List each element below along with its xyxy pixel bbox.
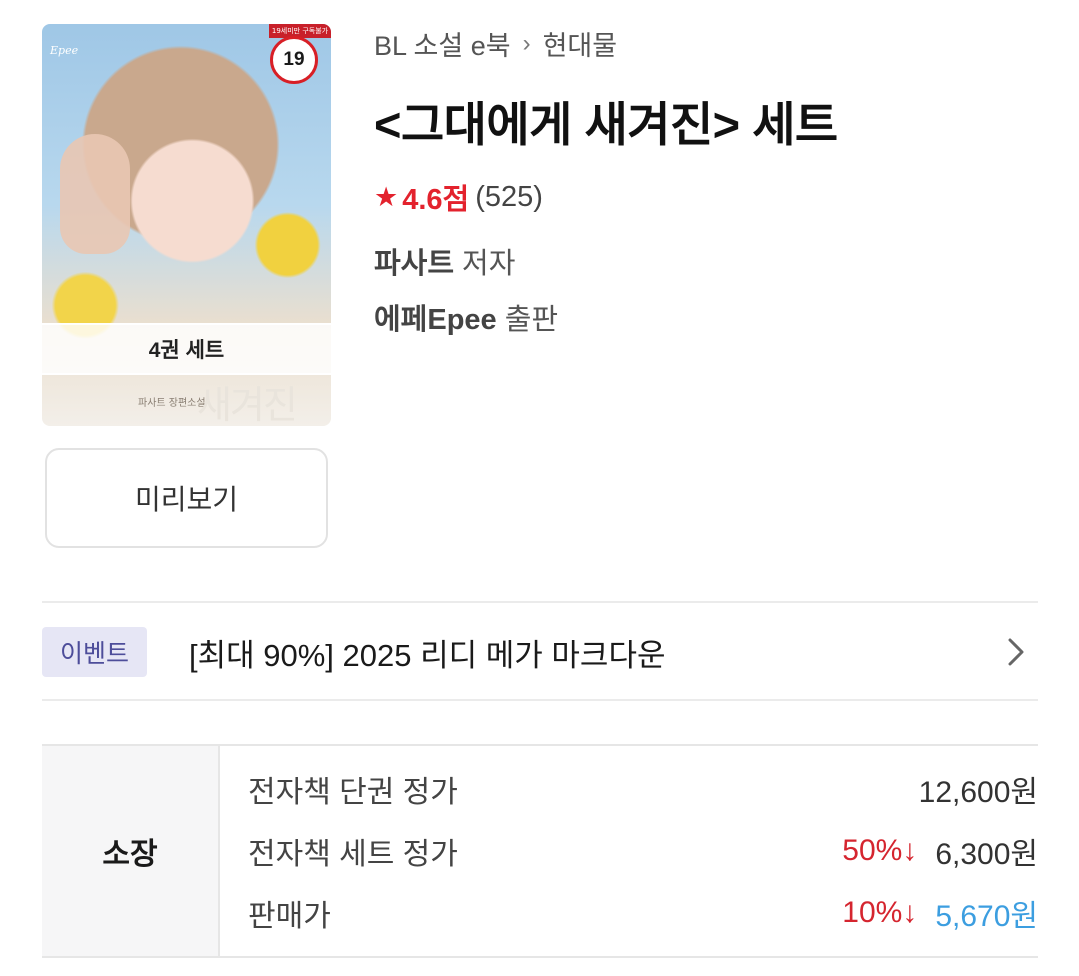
publisher-role: 출판 xyxy=(504,304,559,336)
publisher-line: 에페Epee 출판 xyxy=(374,296,558,338)
publisher-name[interactable]: 에페Epee xyxy=(374,304,497,336)
sale-price: 5,670원 xyxy=(935,900,1038,933)
cover-illustration xyxy=(60,134,130,254)
price-amount: 12,600원 xyxy=(918,776,1038,809)
price-row: 판매가 10%↓ 5,670원 xyxy=(248,888,1038,938)
divider xyxy=(42,601,1038,603)
discount-rate: 10%↓ xyxy=(842,896,918,929)
price-row: 전자책 단권 정가 12,600원 xyxy=(248,764,1038,814)
star-icon: ★ xyxy=(374,181,399,212)
price-row: 전자책 세트 정가 50%↓ 6,300원 xyxy=(248,826,1038,876)
price-amount: 6,300원 xyxy=(935,838,1038,871)
breadcrumb: BL 소설 e북 › 현대물 xyxy=(374,24,617,63)
author-role: 저자 xyxy=(462,248,516,280)
chevron-right-icon xyxy=(1008,638,1024,666)
age-rating-badge: 19 xyxy=(270,36,318,84)
preview-button[interactable]: 미리보기 xyxy=(45,448,328,548)
cover-author-art: 파사트 장편소설 xyxy=(138,398,206,409)
event-badge: 이벤트 xyxy=(42,627,147,677)
breadcrumb-subcategory[interactable]: 현대물 xyxy=(543,24,618,63)
event-text: [최대 90%] 2025 리디 메가 마크다운 xyxy=(189,637,666,673)
cover-title-art: 새겨진 xyxy=(197,383,298,426)
divider xyxy=(42,699,1038,701)
author-name[interactable]: 파사트 xyxy=(374,248,454,280)
book-title: <그대에게 새겨진> 세트 xyxy=(374,98,838,151)
price-section-label: 소장 xyxy=(42,746,220,956)
publisher-logo: Epee xyxy=(50,44,79,57)
breadcrumb-category[interactable]: BL 소설 e북 xyxy=(374,24,511,63)
price-row-label: 판매가 xyxy=(248,900,331,933)
author-line: 파사트 저자 xyxy=(374,240,515,282)
price-row-label: 전자책 단권 정가 xyxy=(248,776,458,809)
price-row-label: 전자책 세트 정가 xyxy=(248,838,458,871)
discount-rate: 50%↓ xyxy=(842,834,918,867)
rating-count: (525) xyxy=(475,180,543,213)
rating-score: 4.6점 xyxy=(402,184,470,216)
price-table: 소장 전자책 단권 정가 12,600원 전자책 세트 정가 50%↓ 6,30… xyxy=(42,744,1038,958)
book-cover[interactable]: Epee 19세미만 구독불가 4권 세트 파사트 장편소설 새겨진 xyxy=(42,24,331,426)
chevron-right-icon: › xyxy=(522,29,531,57)
set-count-label: 4권 세트 xyxy=(42,323,331,375)
rating[interactable]: ★ 4.6점 (525) xyxy=(374,176,543,218)
event-banner[interactable]: 이벤트 [최대 90%] 2025 리디 메가 마크다운 xyxy=(42,604,1038,700)
